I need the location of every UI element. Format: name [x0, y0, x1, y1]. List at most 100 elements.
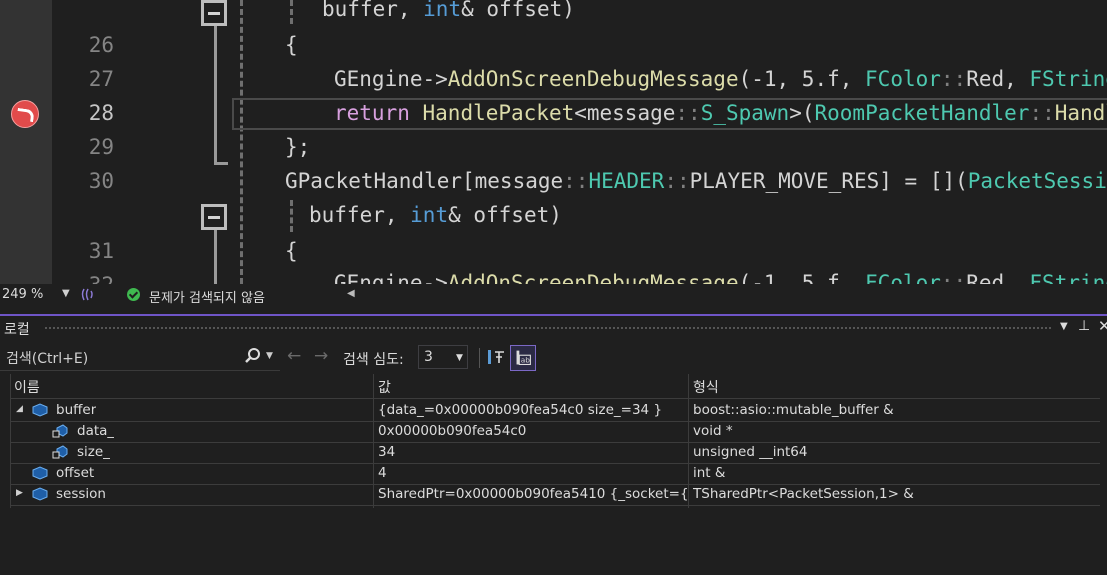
code-token: return — [334, 101, 423, 125]
code-editor[interactable]: 26 27 28 29 30 31 32 buffer, int& offset… — [0, 0, 1107, 284]
code-line[interactable]: GEngine->AddOnScreenDebugMessage(-1, 5.f… — [334, 62, 1107, 96]
code-line[interactable]: { — [285, 234, 298, 268]
scroll-left-arrow-icon[interactable]: ◀ — [347, 288, 355, 299]
fold-guide — [214, 230, 217, 284]
indent-guide — [290, 200, 293, 232]
column-header-name[interactable]: 이름 — [14, 377, 40, 397]
column-header-value[interactable]: 값 — [378, 377, 391, 397]
code-token: buffer, — [309, 203, 411, 227]
svg-text:ab: ab — [521, 356, 531, 365]
check-circle-icon — [127, 288, 140, 301]
back-arrow-icon[interactable]: ← — [287, 346, 301, 366]
code-token: AddOnScreenDebugMessage — [447, 271, 739, 284]
fold-guide — [214, 24, 217, 164]
local-value[interactable]: {data_=0x00000b090fea54c0 size_=34 } — [378, 402, 688, 418]
local-name: size_ — [77, 444, 110, 460]
table-row[interactable]: offset 4 int & — [10, 463, 1100, 485]
table-row[interactable]: size_ 34 unsigned __int64 — [10, 442, 1100, 464]
hexadecimal-display-icon[interactable]: ab — [510, 345, 536, 371]
locals-panel: 로컬 ▼ ⊥ ✕ 검색(Ctrl+E) ▼ ← → 검색 심도: 3 ▼ ab … — [0, 316, 1107, 575]
line-number: 27 — [88, 67, 114, 91]
local-name: session — [56, 486, 106, 502]
local-name: offset — [56, 465, 95, 481]
code-token: FString — [1029, 67, 1107, 91]
local-type: unsigned __int64 — [693, 444, 808, 460]
zoom-dropdown-icon[interactable]: ▼ — [62, 288, 70, 299]
code-token: { — [285, 33, 298, 57]
code-line[interactable]: GEngine->AddOnScreenDebugMessage(-1, 5.f… — [334, 266, 1107, 284]
collapse-icon[interactable] — [201, 204, 227, 230]
code-token: RoomPacketHandler — [814, 101, 1030, 125]
code-token: HEADER — [588, 169, 665, 193]
search-input[interactable]: 검색(Ctrl+E) ▼ — [0, 344, 280, 371]
code-token: :: — [664, 169, 690, 193]
local-type: boost::asio::mutable_buffer & — [693, 402, 894, 418]
editor-gutter[interactable] — [0, 0, 52, 284]
private-field-icon — [52, 424, 68, 438]
pin-columns-icon[interactable] — [486, 347, 508, 369]
zoom-level[interactable]: 249 % — [2, 287, 43, 302]
code-token: :: — [675, 101, 701, 125]
search-depth-select[interactable]: 3 ▼ — [418, 345, 468, 369]
code-line[interactable]: buffer, int& offset) — [322, 0, 575, 26]
local-value[interactable]: 34 — [378, 444, 688, 460]
code-token: & offset) — [461, 0, 575, 21]
pin-icon[interactable]: ⊥ — [1078, 318, 1090, 334]
panel-menu-icon[interactable]: ▼ — [1060, 321, 1068, 332]
code-token: Red, — [966, 271, 1030, 284]
code-token: :: — [940, 271, 967, 284]
table-row[interactable]: ▶ session SharedPtr=0x00000b090fea5410 {… — [10, 484, 1100, 506]
expand-row-icon[interactable]: ▶ — [16, 488, 23, 498]
code-token: >( — [789, 101, 815, 125]
code-token: :: — [940, 67, 967, 91]
intellicode-icon[interactable] — [80, 287, 94, 302]
code-token: (-1, 5.f, — [738, 67, 866, 91]
panel-grip[interactable] — [44, 326, 1052, 330]
search-icon[interactable] — [244, 347, 262, 365]
chevron-down-icon: ▼ — [456, 353, 463, 363]
collapse-row-icon[interactable]: ◢ — [16, 404, 23, 414]
private-field-icon — [52, 445, 68, 459]
local-value[interactable]: 0x00000b090fea54c0 — [378, 423, 688, 439]
toolbar-separator — [479, 348, 480, 368]
code-token: & offset) — [448, 203, 562, 227]
code-token: PacketSessio — [967, 169, 1107, 193]
local-type: int & — [693, 465, 726, 481]
local-value[interactable]: SharedPtr=0x00000b090fea5410 {_socket={.… — [378, 486, 688, 502]
code-line[interactable]: }; — [285, 130, 310, 164]
search-depth-value: 3 — [424, 349, 433, 365]
local-name: buffer — [56, 402, 97, 418]
local-value[interactable]: 4 — [378, 465, 688, 481]
line-number: 30 — [88, 169, 114, 193]
code-token: PLAYER_MOVE_RES] = []( — [689, 169, 968, 193]
code-token: FColor — [865, 67, 941, 91]
issues-status[interactable]: 문제가 검색되지 않음 — [149, 287, 265, 306]
column-header-type[interactable]: 형식 — [693, 377, 719, 397]
line-number: 32 — [58, 268, 114, 284]
code-token: FString — [1029, 271, 1107, 284]
code-token: GEngine-> — [334, 271, 448, 284]
indent-guide — [240, 0, 243, 284]
variable-icon — [32, 466, 48, 480]
code-line-current[interactable]: return HandlePacket<message::S_Spawn>(Ro… — [334, 96, 1107, 130]
code-token: buffer, — [322, 0, 424, 21]
search-options-dropdown-icon[interactable]: ▼ — [266, 351, 273, 361]
collapse-icon[interactable] — [201, 0, 227, 26]
close-icon[interactable]: ✕ — [1098, 317, 1107, 335]
table-row[interactable]: ◢ buffer {data_=0x00000b090fea54c0 size_… — [10, 400, 1100, 422]
panel-title: 로컬 — [4, 322, 30, 338]
forward-arrow-icon[interactable]: → — [314, 346, 328, 366]
code-line[interactable]: buffer, int& offset) — [309, 198, 562, 232]
table-row[interactable]: data_ 0x00000b090fea54c0 void * — [10, 421, 1100, 443]
code-token: Handl — [1054, 101, 1107, 125]
vertical-scrollbar[interactable] — [1100, 374, 1107, 574]
code-token: Red, — [966, 67, 1030, 91]
code-token: :: — [1029, 101, 1055, 125]
code-line[interactable]: GPacketHandler[message::HEADER::PLAYER_M… — [285, 164, 1107, 198]
code-token: GEngine-> — [334, 67, 448, 91]
breakpoint-current-icon[interactable] — [11, 100, 39, 128]
variable-icon — [32, 403, 48, 417]
code-line[interactable]: { — [285, 28, 298, 62]
search-placeholder: 검색(Ctrl+E) — [6, 351, 89, 367]
splitter[interactable] — [0, 306, 1107, 314]
